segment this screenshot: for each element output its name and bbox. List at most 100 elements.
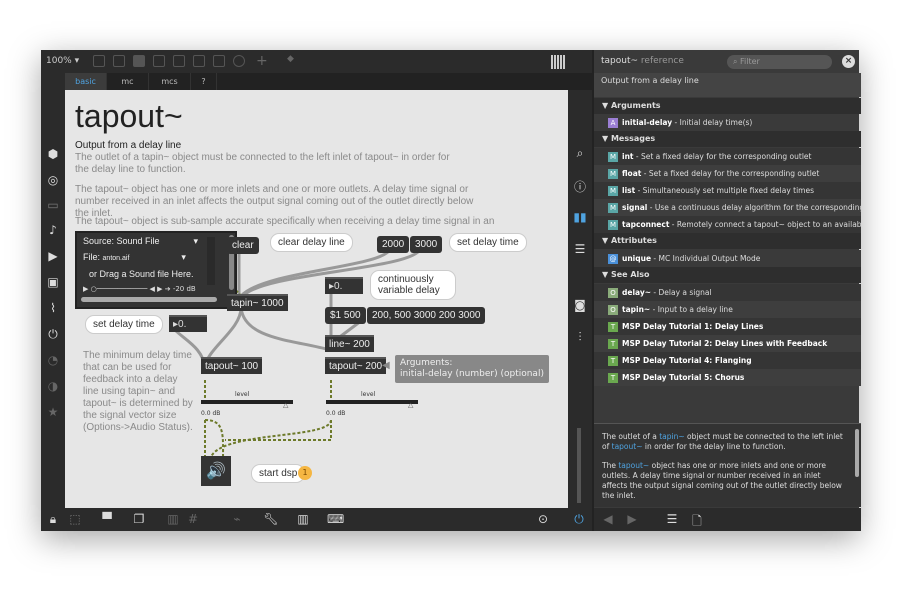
number-box[interactable]: ▸0. [169,315,207,332]
section-see-also[interactable]: ▼ See Also [594,267,861,283]
paint-bucket-icon[interactable]: ◆ [287,54,294,64]
message-item[interactable]: Msignal - Use a continuous delay algorit… [594,199,861,216]
paperclip-icon[interactable]: ⌇ [45,301,61,315]
wrench-icon[interactable]: 🔧︎ [263,512,279,526]
tapout-link[interactable]: tapout~ [618,461,649,470]
piano-icon[interactable]: ▥ [295,512,311,526]
see-also-item[interactable]: Otapin~ - Input to a delay line [594,301,861,318]
section-attributes[interactable]: ▼ Attributes [594,233,861,249]
tapout-link[interactable]: tapout~ [612,442,643,451]
source-menu[interactable]: Source: Sound File ▾ [83,236,198,247]
tab-help[interactable]: ? [191,73,217,90]
number-box[interactable]: ▸0. [325,277,363,294]
detail-scrollbar[interactable] [855,429,859,477]
tapout-object-200[interactable]: tapout~ 200 [325,357,387,374]
slider-icon[interactable] [213,55,225,67]
filter-input[interactable]: ⌕ Filter [727,55,832,69]
message-list[interactable]: 200, 500 3000 200 3000 [367,307,486,324]
toggle-icon[interactable] [173,55,185,67]
button-icon[interactable] [153,55,165,67]
clock-icon[interactable]: ◔ [45,353,61,367]
message-item[interactable]: Mtapconnect - Remotely connect a tapout~… [594,216,861,233]
presentation-icon[interactable]: ▭ [45,198,61,212]
package-icon[interactable]: ⬢ [45,147,61,161]
message-2000[interactable]: 2000 [377,236,410,253]
argument-item[interactable]: Ainitial-delay - Initial delay time(s) [594,114,861,131]
close-icon[interactable]: × [842,55,855,68]
message-item[interactable]: Mfloat - Set a fixed delay for the corre… [594,165,861,182]
clear-message[interactable]: clear [227,237,259,254]
transport[interactable]: ▶ ○──────────── ◀ ▶ ➔ -20 dB [83,285,223,293]
file-menu[interactable]: File: anton.aif ▾ [83,252,186,263]
number-icon[interactable] [193,55,205,67]
info-icon[interactable]: ⓘ [572,178,588,195]
reference-panel: tapout~ reference ⌕ Filter × Output from… [592,50,861,533]
search-icon[interactable]: ⌕ [572,146,588,161]
tapin-link[interactable]: tapin~ [659,432,684,441]
select-icon[interactable]: ⬚ [67,512,83,526]
plug-icon[interactable]: ⏻ [45,327,61,342]
gain-slider[interactable] [326,400,418,404]
windows-icon[interactable]: ❐ [131,512,147,526]
keyboard-icon[interactable]: ⌨ [327,512,344,526]
play-icon[interactable]: ⊙ [535,512,551,526]
align-icon[interactable]: ▥ [165,512,181,526]
gain-slider[interactable] [201,400,293,404]
grid-snap-icon[interactable]: # [185,512,201,526]
target-icon[interactable]: ◎ [45,173,61,187]
gain-value: 0.0 dB [326,410,346,417]
tab-mc[interactable]: mc [107,73,149,90]
forward-icon[interactable]: ▶ [624,512,640,526]
mixer-icon[interactable]: ⫶ [572,330,588,345]
message-1500[interactable]: $1 500 [325,307,366,324]
see-also-item[interactable]: T MSP Delay Tutorial 5: Chorus [594,369,861,386]
comment: set delay time [85,315,163,334]
max-window: 100% ▾ + ◆ basic mc mcs ? ⬢ ◎ ▭ ♪ ▶ ▣ ⌇ … [41,50,861,533]
see-also-item[interactable]: T MSP Delay Tutorial 4: Flanging [594,352,861,369]
ezdac-speaker-icon[interactable]: 🔊 [201,456,231,486]
history-icon[interactable]: ◑ [45,379,61,393]
section-arguments[interactable]: ▼ Arguments [594,98,861,114]
volume-slider[interactable] [577,428,581,503]
add-clip-icon[interactable]: ⌁ [229,512,245,526]
add-icon[interactable]: + [256,53,268,69]
comment-icon[interactable] [133,55,145,67]
camera-icon[interactable]: ◙ [572,298,588,312]
reference-book-icon[interactable]: ▮▮ [572,210,588,224]
music-icon[interactable]: ♪ [45,223,61,237]
presentation-mode-icon[interactable]: ▀ [99,512,115,526]
back-icon[interactable]: ◀ [600,512,616,526]
message-3000[interactable]: 3000 [410,236,443,253]
list-icon[interactable]: ☰ [572,242,588,256]
slider-thumb-icon[interactable]: △ [283,401,288,409]
position-slider[interactable] [81,297,217,302]
arrow-icon: ◀ [382,360,390,371]
star-icon[interactable]: ★ [45,405,61,419]
tab-mcs[interactable]: mcs [149,73,191,90]
message-item[interactable]: Mlist - Simultaneously set multiple fixe… [594,182,861,199]
tapout-object-100[interactable]: tapout~ 100 [201,357,263,374]
playlist-player[interactable]: Source: Sound File ▾ File: anton.aif ▾ or … [75,231,237,309]
line-object[interactable]: line~ 200 [325,335,374,352]
tapin-object[interactable]: tapin~ 1000 [227,294,288,311]
zoom-level[interactable]: 100% ▾ [46,56,79,66]
document-icon[interactable]: 🗋 [689,512,705,533]
message-item[interactable]: Mint - Set a fixed delay for the corresp… [594,148,861,165]
section-messages[interactable]: ▼ Messages [594,131,861,147]
power-icon[interactable]: ⏻ [571,512,587,527]
image-icon[interactable]: ▣ [45,275,61,289]
see-also-item[interactable]: T MSP Delay Tutorial 1: Delay Lines [594,318,861,335]
see-also-item[interactable]: T MSP Delay Tutorial 2: Delay Lines with … [594,335,861,352]
gain-meter[interactable] [207,237,215,285]
object-box-icon[interactable] [93,55,105,67]
lock-icon[interactable]: 🔒︎ [45,512,61,527]
dial-icon[interactable] [233,55,245,67]
menu-icon[interactable]: ☰ [664,512,680,526]
grid-icon[interactable] [551,55,565,69]
see-also-item[interactable]: Odelay~ - Delay a signal [594,284,861,301]
tab-basic[interactable]: basic [65,73,107,90]
message-box-icon[interactable] [113,55,125,67]
video-icon[interactable]: ▶ [45,249,61,263]
attribute-item[interactable]: @ unique - MC Individual Output Mode [594,250,861,267]
slider-thumb-icon[interactable]: △ [408,401,413,409]
